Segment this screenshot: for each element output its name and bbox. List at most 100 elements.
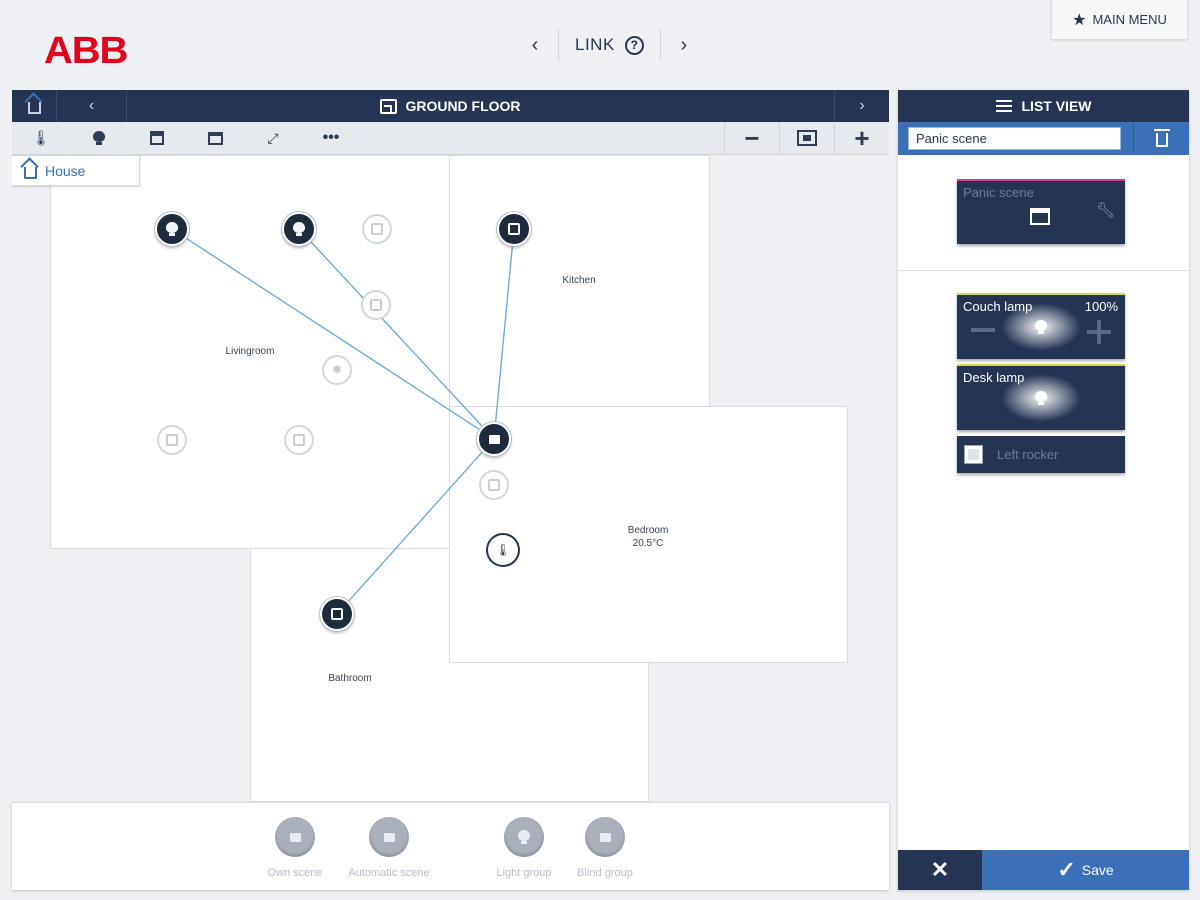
scene-icon: [488, 479, 500, 491]
dim-down-button[interactable]: [971, 328, 995, 332]
thermostat-icon: 🌡︎: [31, 130, 51, 147]
rocker-icon: [166, 434, 178, 446]
delete-button[interactable]: [1133, 122, 1189, 155]
zoom-controls: − +: [724, 121, 889, 155]
scene-icon: [488, 434, 500, 444]
floor-prev-button[interactable]: ‹: [57, 90, 127, 122]
rocker-icon: [964, 445, 983, 464]
desk-lamp-tile[interactable]: Desk lamp: [957, 364, 1125, 430]
blind-group-button[interactable]: Blind group: [550, 817, 660, 879]
list-view-footer: ✕ ✓ Save: [898, 850, 1189, 890]
help-icon[interactable]: ?: [624, 35, 644, 55]
device-panic-scene[interactable]: [477, 422, 511, 456]
device-sensor-unlinked[interactable]: ✹: [322, 355, 352, 385]
home-icon: [27, 102, 41, 114]
device-thermostat[interactable]: 🌡︎: [486, 533, 520, 567]
light-bulb-icon: [1035, 320, 1047, 334]
fit-to-screen-button[interactable]: [779, 121, 834, 155]
room-label-bedroom: Bedroom: [627, 525, 669, 536]
light-bulb-icon: [166, 222, 178, 236]
home-button[interactable]: [12, 90, 57, 122]
scene-filter-button[interactable]: [186, 122, 244, 155]
blind-group-label: Blind group: [577, 867, 633, 879]
main-menu-button[interactable]: ★ MAIN MENU: [1051, 0, 1188, 40]
room-label-kitchen: Kitchen: [562, 275, 596, 286]
automatic-scene-icon: [369, 817, 409, 857]
light-bulb-icon: [293, 222, 305, 236]
couch-lamp-tile[interactable]: Couch lamp 100%: [957, 293, 1125, 359]
house-icon: [24, 166, 37, 179]
floor-title-label: GROUND FLOOR: [405, 98, 521, 114]
divider: [558, 30, 559, 60]
fit-screen-icon: [797, 130, 817, 146]
save-button[interactable]: ✓ Save: [982, 850, 1189, 890]
tile-value: 100%: [1084, 299, 1118, 314]
device-couch-lamp[interactable]: [155, 212, 189, 246]
nav-next-button[interactable]: ›: [669, 30, 699, 60]
blind-filter-button[interactable]: [128, 122, 186, 155]
list-icon: [995, 100, 1012, 112]
room-label-bathroom: Bathroom: [328, 673, 372, 684]
nav-prev-button[interactable]: ‹: [520, 30, 550, 60]
device-left-rocker[interactable]: [320, 597, 354, 631]
light-filter-button[interactable]: [70, 122, 128, 155]
link-icon: ⤢: [267, 129, 279, 146]
device-kitchen-panel[interactable]: [497, 212, 531, 246]
device-scene-unlinked[interactable]: [361, 290, 391, 320]
device-rocker-unlinked[interactable]: [284, 425, 314, 455]
breadcrumb-house: House: [45, 162, 86, 179]
search-bar: [898, 122, 1189, 155]
scene-icon: [1030, 208, 1050, 225]
tile-name: Panic scene: [963, 185, 1034, 200]
panic-scene-tile[interactable]: Panic scene 🔧︎: [957, 179, 1125, 244]
zoom-out-button[interactable]: −: [724, 121, 779, 155]
search-input[interactable]: [908, 127, 1121, 150]
trash-icon: [1153, 129, 1170, 147]
scene-icon: [275, 817, 315, 857]
wrench-icon[interactable]: 🔧︎: [1096, 201, 1115, 219]
scene-icon: [370, 299, 382, 311]
cancel-button[interactable]: ✕: [898, 850, 982, 890]
rocker-icon: [293, 434, 305, 446]
floor-header: ‹ GROUND FLOOR ›: [12, 90, 889, 122]
link-filter-button[interactable]: ⤢: [244, 122, 302, 155]
scene-icon: [207, 131, 223, 145]
light-group-icon: [504, 817, 544, 857]
abb-logo: ABB: [44, 30, 128, 72]
list-view-title: LIST VIEW: [1021, 98, 1092, 114]
floor-next-button[interactable]: ›: [834, 90, 889, 122]
light-bulb-icon: [1035, 391, 1047, 405]
app-window: ABB ‹ LINK ? › ★ MAIN MENU ‹ GROUND FLOO…: [0, 0, 1200, 900]
divider: [898, 270, 1189, 271]
thermostat-icon: 🌡︎: [495, 543, 511, 557]
floor-title: GROUND FLOOR: [12, 90, 889, 122]
tile-name: Left rocker: [997, 447, 1059, 462]
automatic-scene-button[interactable]: Automatic scene: [334, 817, 444, 879]
device-blind-unlinked[interactable]: [362, 214, 392, 244]
zoom-in-button[interactable]: +: [834, 121, 889, 155]
blind-group-icon: [585, 817, 625, 857]
top-navigation: ‹ LINK ? ›: [520, 30, 699, 60]
left-rocker-tile[interactable]: Left rocker: [957, 436, 1125, 473]
bottom-action-bar: Own scene Automatic scene Light group Bl…: [12, 802, 889, 890]
list-view-header: LIST VIEW: [898, 90, 1189, 122]
light-bulb-icon: [93, 131, 105, 145]
more-icon: •••: [322, 129, 340, 146]
save-label: Save: [1081, 862, 1114, 878]
room-label-livingroom: Livingroom: [225, 346, 275, 357]
rocker-icon: [331, 608, 343, 620]
list-view-panel: LIST VIEW Panic scene 🔧︎ Couch lamp 100%…: [898, 90, 1189, 890]
automatic-scene-label: Automatic scene: [348, 867, 430, 879]
dim-up-button[interactable]: [1087, 320, 1111, 344]
main-menu-label: MAIN MENU: [1092, 12, 1167, 27]
thermostat-filter-button[interactable]: 🌡︎: [12, 122, 70, 155]
device-scene-unlinked[interactable]: [479, 470, 509, 500]
panel-icon: [508, 223, 520, 235]
breadcrumb[interactable]: House: [12, 155, 140, 186]
room-temperature: 20.5°C: [632, 538, 664, 549]
device-rocker-unlinked[interactable]: [157, 425, 187, 455]
device-desk-lamp[interactable]: [282, 212, 316, 246]
blind-icon: [150, 131, 164, 145]
more-button[interactable]: •••: [302, 122, 360, 155]
floor-plan-canvas[interactable]: Livingroom Kitchen Bedroom 20.5°C Bathro…: [12, 155, 889, 802]
